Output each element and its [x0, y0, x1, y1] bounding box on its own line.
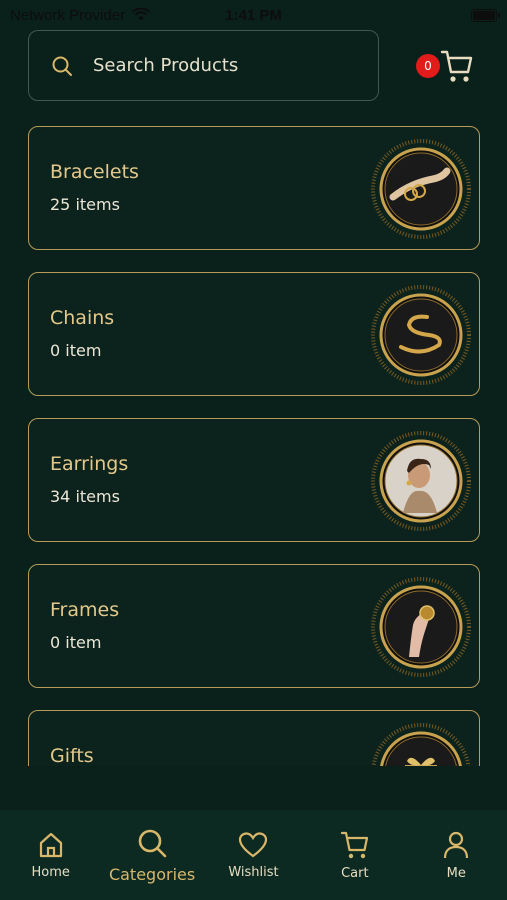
nav-wishlist-label: Wishlist: [228, 864, 279, 880]
nav-home[interactable]: Home: [6, 831, 96, 880]
search-icon: [138, 829, 167, 857]
search-icon: [52, 56, 72, 76]
category-count: 34 items: [50, 487, 120, 506]
category-count: 0 item: [50, 633, 102, 652]
nav-categories-label: Categories: [108, 864, 196, 884]
wifi-icon: [131, 8, 151, 21]
category-card-chains[interactable]: Chains 0 item: [28, 272, 480, 396]
category-list: Bracelets 25 items Chains 0 item Earring…: [28, 126, 480, 766]
nav-categories[interactable]: Categories: [107, 827, 197, 884]
carrier-group: Network Provider: [10, 7, 151, 24]
nav-home-label: Home: [31, 864, 70, 880]
category-name: Chains: [50, 307, 115, 329]
user-icon: [444, 831, 469, 858]
gold-chain-icon: [371, 285, 471, 385]
gift-icon: [371, 723, 471, 766]
battery-icon: [471, 8, 500, 22]
category-card-gifts[interactable]: Gifts: [28, 710, 480, 766]
bottom-nav: Home Categories Wishlist Cart Me: [0, 810, 507, 900]
category-name: Earrings: [50, 453, 129, 475]
heart-icon: [239, 831, 268, 857]
nav-cart-label: Cart: [341, 865, 369, 881]
nav-cart[interactable]: Cart: [310, 830, 400, 881]
cart-icon: [340, 831, 368, 858]
search-placeholder: Search Products: [93, 55, 239, 76]
status-bar: Network Provider 1:41 PM: [0, 0, 507, 30]
category-count: 0 item: [50, 341, 102, 360]
home-icon: [39, 832, 62, 857]
bracelet-hand-icon: [371, 139, 471, 239]
category-name: Bracelets: [50, 161, 139, 183]
category-name: Frames: [50, 599, 120, 621]
nav-me-label: Me: [446, 865, 466, 881]
woman-earrings-icon: [371, 431, 471, 531]
nav-me[interactable]: Me: [411, 830, 501, 881]
hand-ring-icon: [371, 577, 471, 677]
nav-wishlist[interactable]: Wishlist: [208, 831, 298, 880]
cart-count-badge: 0: [416, 54, 440, 78]
search-input[interactable]: Search Products: [28, 30, 379, 101]
category-card-bracelets[interactable]: Bracelets 25 items: [28, 126, 480, 250]
carrier-name: Network Provider: [10, 6, 126, 24]
cart-button[interactable]: 0: [416, 46, 476, 86]
category-card-frames[interactable]: Frames 0 item: [28, 564, 480, 688]
cart-icon: [440, 50, 473, 82]
category-count: 25 items: [50, 195, 120, 214]
category-name: Gifts: [50, 745, 94, 766]
category-card-earrings[interactable]: Earrings 34 items: [28, 418, 480, 542]
status-time: 1:41 PM: [225, 6, 282, 24]
